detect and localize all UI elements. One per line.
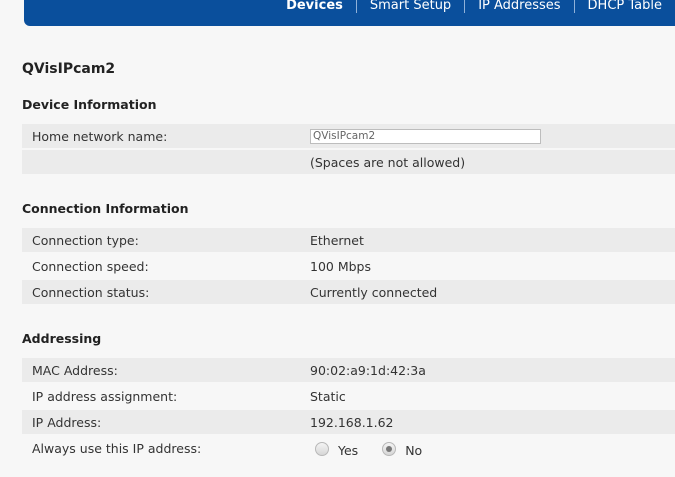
row-ip-assignment: IP address assignment: Static xyxy=(22,384,675,408)
spaces-note: (Spaces are not allowed) xyxy=(310,155,466,170)
radio-yes[interactable] xyxy=(315,441,329,456)
radio-no-label: No xyxy=(405,443,423,458)
nav-ip-addresses[interactable]: IP Addresses xyxy=(465,0,573,12)
mac-address-label: MAC Address: xyxy=(32,363,118,378)
row-connection-speed: Connection speed: 100 Mbps xyxy=(22,254,675,278)
section-title-connection-information: Connection Information xyxy=(22,201,189,216)
nav-dhcp-table[interactable]: DHCP Table xyxy=(575,0,675,12)
row-connection-type: Connection type: Ethernet xyxy=(22,228,675,252)
section-title-addressing: Addressing xyxy=(22,331,102,346)
row-home-network-name: Home network name: xyxy=(22,124,675,148)
row-mac-address: MAC Address: 90:02:a9:1d:42:3a xyxy=(22,358,675,382)
radio-no[interactable] xyxy=(382,441,397,456)
home-network-name-input[interactable] xyxy=(310,129,541,144)
section-title-device-information: Device Information xyxy=(22,97,157,112)
home-network-name-label: Home network name: xyxy=(32,129,168,144)
ip-address-label: IP Address: xyxy=(32,415,102,430)
nav-devices[interactable]: Devices xyxy=(273,0,356,12)
radio-yes-label: Yes xyxy=(338,443,359,458)
always-use-ip-radio-group: Yes No xyxy=(315,439,446,458)
row-spaces-note: (Spaces are not allowed) xyxy=(22,150,675,174)
ip-assignment-value: Static xyxy=(310,389,346,404)
device-title: QVisIPcam2 xyxy=(22,61,116,77)
always-use-ip-label: Always use this IP address: xyxy=(32,441,202,456)
top-nav-bar: Devices Smart Setup IP Addresses DHCP Ta… xyxy=(24,0,675,26)
ip-assignment-label: IP address assignment: xyxy=(32,389,178,404)
top-nav: Devices Smart Setup IP Addresses DHCP Ta… xyxy=(273,0,675,14)
row-connection-status: Connection status: Currently connected xyxy=(22,280,675,304)
connection-status-label: Connection status: xyxy=(32,285,150,300)
row-always-use-ip: Always use this IP address: Yes No xyxy=(22,436,675,460)
connection-type-label: Connection type: xyxy=(32,233,139,248)
nav-smart-setup[interactable]: Smart Setup xyxy=(357,0,464,12)
ip-address-value: 192.168.1.62 xyxy=(310,415,394,430)
connection-speed-value: 100 Mbps xyxy=(310,259,371,274)
connection-type-value: Ethernet xyxy=(310,233,364,248)
mac-address-value: 90:02:a9:1d:42:3a xyxy=(310,363,426,378)
connection-speed-label: Connection speed: xyxy=(32,259,149,274)
row-ip-address: IP Address: 192.168.1.62 xyxy=(22,410,675,434)
connection-status-value: Currently connected xyxy=(310,285,438,300)
